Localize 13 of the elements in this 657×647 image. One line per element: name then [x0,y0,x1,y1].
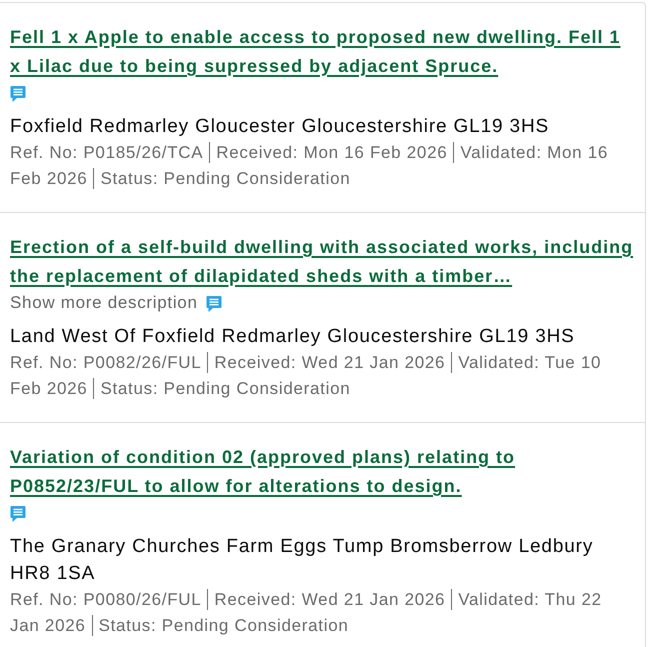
comment-icon[interactable] [206,294,222,312]
application-details: Ref. No: P0080/26/FUL Received: Wed 21 Jan 2026 Validated: Thu 22 Jan 2026 Status: Pending Consideration [10,588,603,638]
application-title-link[interactable]: Erection of a self-build dwelling with associated works, including the replacement of dilapidated sheds with a timber… [10,233,635,291]
show-more-link[interactable]: Show more description [10,291,198,315]
comment-icon[interactable] [10,504,26,522]
site-address: Foxfield Redmarley Gloucester Gloucestershire GL19 3HS [10,115,550,139]
application-title-link[interactable]: Variation of condition 02 (approved plans) relating to P0852/23/FUL to allow for alterations to design. [10,443,635,501]
site-address: The Granary Churches Farm Eggs Tump Bromsberrow Ledbury HR8 1SA [10,535,594,586]
comment-icon[interactable] [10,84,26,102]
application-details: Ref. No: P0185/26/TCA Received: Mon 16 Feb 2026 Validated: Mon 16 Feb 2026 Status: Pending Consideration [10,141,610,190]
site-address: Land West Of Foxfield Redmarley Gloucestershire GL19 3HS [10,325,576,349]
application-details: Ref. No: P0082/26/FUL Received: Wed 21 Jan 2026 Validated: Tue 10 Feb 2026 Status: Pending Consideration [10,351,602,400]
application-title-link[interactable]: Fell 1 x Apple to enable access to proposed new dwelling. Fell 1 x Lilac due to being supressed by adjacent Spruce. [10,23,635,81]
